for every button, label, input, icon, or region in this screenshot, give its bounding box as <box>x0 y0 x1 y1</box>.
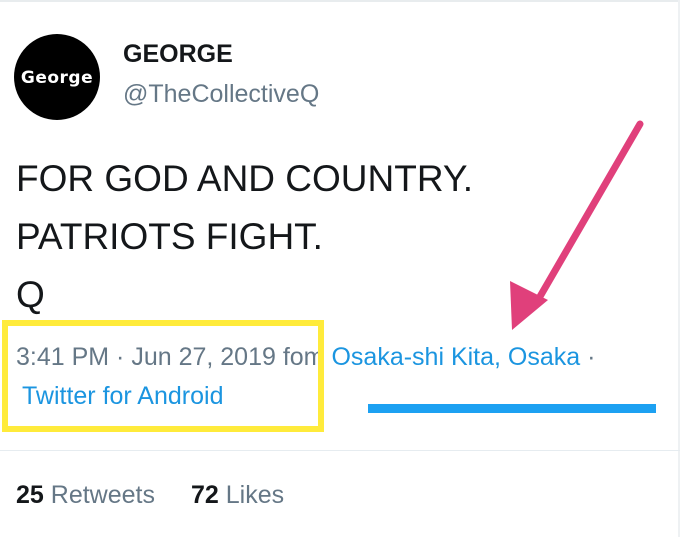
tweet-text: FOR GOD AND COUNTRY. PATRIOTS FIGHT. Q <box>16 150 473 324</box>
meta-separator: · <box>587 343 596 371</box>
retweets-count: 25 <box>16 481 44 509</box>
user-handle[interactable]: @TheCollectiveQ <box>123 80 319 109</box>
avatar[interactable]: George <box>14 34 100 120</box>
likes-count: 72 <box>190 481 219 509</box>
tweet-line: PATRIOTS FIGHT. <box>16 216 323 257</box>
retweets-label: Retweets <box>50 481 155 509</box>
blue-underline-annotation <box>368 404 656 413</box>
location-link[interactable]: Osaka-shi Kita, Osaka <box>331 343 580 371</box>
tweet-line: Q <box>16 274 45 315</box>
display-name[interactable]: GEORGE <box>123 40 233 69</box>
likes-stat[interactable]: 72 Likes <box>191 481 284 509</box>
divider <box>0 450 680 451</box>
avatar-logo-text: George <box>20 68 94 88</box>
tweet-stats: 25 Retweets 72 Likes <box>16 481 284 510</box>
likes-label: Likes <box>225 481 285 509</box>
yellow-highlight-box <box>2 320 324 432</box>
tweet-line: FOR GOD AND COUNTRY. <box>16 158 474 199</box>
retweets-stat[interactable]: 25 Retweets <box>16 481 155 509</box>
frame-top-border <box>0 0 680 2</box>
